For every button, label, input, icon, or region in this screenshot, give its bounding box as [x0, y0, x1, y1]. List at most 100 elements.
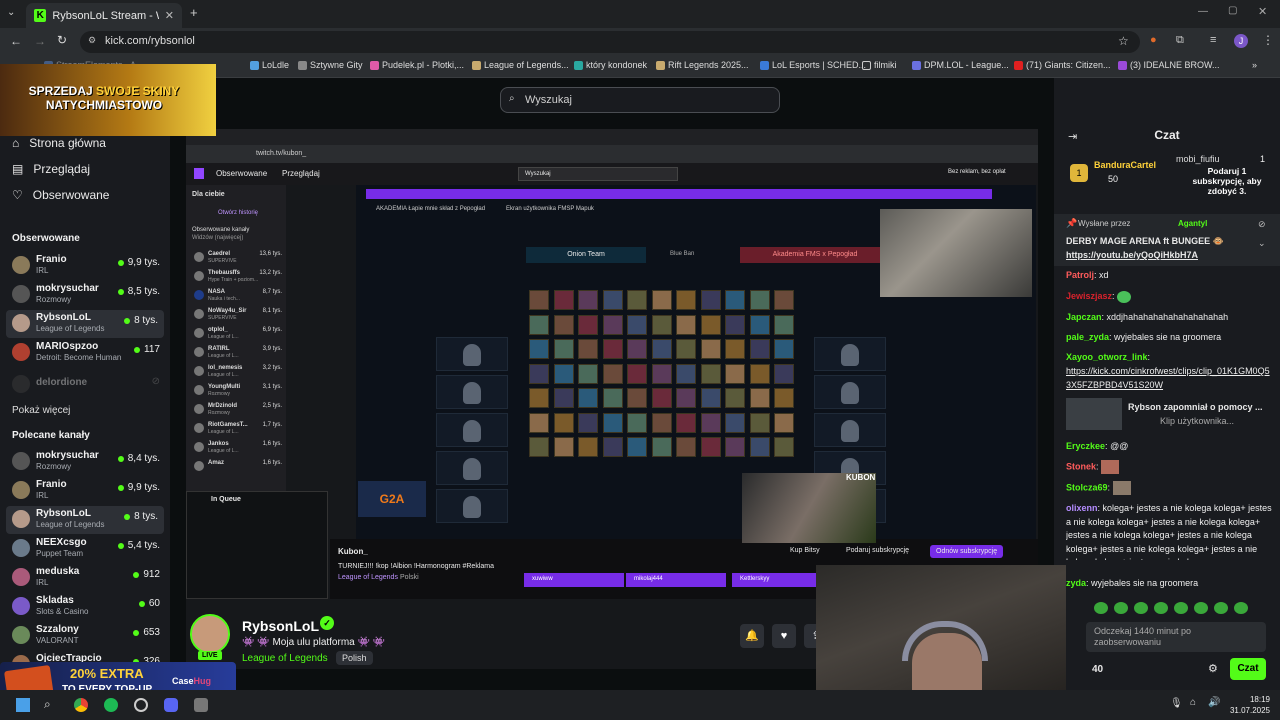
reading-list-icon[interactable]: ≡: [1210, 34, 1216, 46]
champion-portrait: [602, 314, 623, 335]
chat-message: Jewiszjasz:: [1066, 290, 1274, 304]
recommended-channel[interactable]: mokrysuchar Rozmowy 8,4 tys.: [10, 448, 162, 476]
champion-portrait: [602, 339, 623, 359]
stream-twitch-nav: Obserwowane Przeglądaj Wyszukaj Bez rekl…: [186, 163, 1038, 185]
site-info-icon[interactable]: ⚙: [88, 35, 96, 46]
tab-active[interactable]: K RybsonLoL Stream - Watch Live ✕: [26, 3, 182, 28]
recommended-channel-selected[interactable]: RybsonLoL League of Legends 8 tys.: [6, 506, 164, 534]
browser-menu-icon[interactable]: ⋮: [1262, 33, 1274, 47]
followed-channel[interactable]: Franio IRL 9,9 tys.: [10, 252, 162, 280]
followed-channel-offline[interactable]: delordione ⊘: [10, 371, 162, 399]
streamer-avatar[interactable]: [190, 614, 230, 654]
recommended-channel[interactable]: Franio IRL 9,9 tys.: [10, 477, 162, 505]
more-bookmarks-icon[interactable]: »: [1252, 60, 1257, 70]
clip-thumbnail: [1066, 398, 1122, 430]
emote-bar[interactable]: [1094, 602, 1264, 616]
back-icon[interactable]: ←: [10, 34, 22, 48]
nav-following[interactable]: ♡ Obserwowane: [12, 188, 109, 202]
home-icon: ⌂: [12, 136, 20, 150]
tab-close-icon[interactable]: ✕: [165, 9, 174, 22]
followed-channel-selected[interactable]: RybsonLoL League of Legends 8 tys.: [6, 310, 164, 338]
search-taskbar-icon[interactable]: ⌕: [44, 697, 51, 712]
followed-channel[interactable]: mokrysuchar Rozmowy 8,5 tys.: [10, 281, 162, 309]
minimize-button[interactable]: —: [1198, 6, 1208, 17]
champion-portrait: [700, 339, 721, 359]
recommended-channel[interactable]: Szzalony VALORANT 653: [10, 622, 162, 650]
avatar: [12, 568, 30, 586]
champion-portrait: [774, 412, 794, 433]
champion-portrait: [749, 314, 770, 335]
mic-tray-icon[interactable]: 🎙: [1170, 698, 1183, 709]
chat-input[interactable]: Odczekaj 1440 minut po zaobserwowaniu: [1086, 622, 1266, 652]
champion-portrait: [627, 290, 647, 310]
champion-portrait: [529, 388, 549, 408]
champion-portrait: [651, 314, 672, 335]
champion-portrait: [725, 314, 745, 335]
close-window-button[interactable]: ✕: [1258, 5, 1267, 18]
bookmark-folder[interactable]: filmiki: [862, 60, 897, 70]
promo-banner-skins[interactable]: SPRZEDAJ SWOJE SKINY NATYCHMIASTOWO: [0, 64, 216, 136]
profile-avatar[interactable]: J: [1234, 34, 1248, 48]
champion-portrait: [676, 363, 696, 384]
recommended-channel[interactable]: Skladas Slots & Casino 60: [10, 593, 162, 621]
stream-category-link[interactable]: League of Legends: [242, 653, 328, 664]
tab-list-chevron-icon[interactable]: ⌄: [7, 7, 15, 18]
twitch-ads-label: Bez reklam, bez opłat: [948, 169, 1006, 175]
bookmark-item[interactable]: który kondonek: [574, 60, 647, 70]
network-tray-icon[interactable]: ⌂: [1190, 697, 1196, 708]
language-tag[interactable]: Polish: [336, 651, 373, 665]
new-tab-button[interactable]: +: [190, 5, 198, 20]
start-icon[interactable]: [16, 698, 30, 712]
bookmark-item[interactable]: (3) IDEALNE BROW...: [1118, 60, 1220, 70]
url-field[interactable]: kick.com/rybsonlol: [80, 31, 1140, 53]
chrome-taskbar-icon[interactable]: [74, 698, 88, 712]
nav-browse[interactable]: ▤ Przeglądaj: [12, 162, 90, 176]
stream-inqueue-panel: In Queue: [186, 491, 328, 599]
clip-preview[interactable]: Rybson zapomniał o pomocy ... Klip użytk…: [1066, 398, 1274, 430]
extensions-puzzle-icon[interactable]: ⧉: [1176, 34, 1184, 47]
bookmark-item[interactable]: League of Legends...: [472, 60, 569, 70]
sidebar: ⌂ Strona główna ▤ Przeglądaj ♡ Obserwowane …: [0, 78, 170, 690]
bookmark-star-icon[interactable]: ☆: [1118, 34, 1129, 48]
champion-portrait: [529, 363, 549, 384]
emote-icon: [1117, 290, 1132, 303]
chat-link[interactable]: https://kick.com/cinkrofwest/clips/clip_…: [1066, 365, 1274, 392]
bookmark-item[interactable]: DPM.LOL - League...: [912, 60, 1009, 70]
champion-portrait: [725, 437, 745, 457]
notification-bell-button[interactable]: 🔔: [740, 624, 764, 648]
app-taskbar-icon[interactable]: [194, 698, 208, 712]
spotify-taskbar-icon[interactable]: [104, 698, 118, 712]
discord-taskbar-icon[interactable]: [164, 698, 178, 712]
extension-icon[interactable]: ●: [1150, 34, 1157, 46]
champion-portrait: [627, 412, 647, 433]
system-clock[interactable]: 18:19 31.07.2025: [1230, 694, 1270, 716]
unpin-icon[interactable]: ⊘: [1258, 219, 1266, 230]
bookmark-item[interactable]: LoL Esports | SCHED...: [760, 60, 866, 70]
bookmark-item[interactable]: Sztywne Gity: [298, 60, 363, 70]
nav-home[interactable]: ⌂ Strona główna: [12, 136, 106, 150]
champion-portrait: [553, 314, 574, 335]
streamer-name[interactable]: RybsonLoL: [242, 618, 319, 634]
reload-icon[interactable]: ↻: [57, 33, 67, 47]
pinned-link[interactable]: https://youtu.be/yQoQiHkbH7A: [1066, 250, 1198, 260]
chat-message: pale_zyda: wyjebales sie na groomera: [1066, 332, 1222, 342]
bookmark-item[interactable]: (71) Giants: Citizen...: [1014, 60, 1111, 70]
bookmark-item[interactable]: Rift Legends 2025...: [656, 60, 749, 70]
medal-icon: 1: [1070, 164, 1088, 182]
recommended-channel[interactable]: meduska IRL 912: [10, 564, 162, 592]
recommended-channel[interactable]: NEEXcsgo Puppet Team 5,4 tys.: [10, 535, 162, 563]
bookmark-item[interactable]: LoLdle: [250, 60, 289, 70]
followed-channel[interactable]: MARIOspzoo Detroit: Become Human 117: [10, 339, 162, 367]
expand-pinned-icon[interactable]: ⌄: [1258, 238, 1266, 249]
chat-send-button[interactable]: Czat: [1230, 658, 1266, 680]
bookmark-item[interactable]: Pudelek.pl - Plotki,...: [370, 60, 464, 70]
maximize-button[interactable]: ▢: [1228, 5, 1237, 16]
chat-settings-icon[interactable]: ⚙: [1208, 662, 1218, 675]
app-taskbar-icon[interactable]: [134, 698, 148, 712]
forward-icon[interactable]: →: [34, 34, 46, 48]
volume-tray-icon[interactable]: 🔊: [1208, 697, 1220, 708]
follow-heart-button[interactable]: ♥: [772, 624, 796, 648]
show-more-link[interactable]: Pokaż więcej: [12, 405, 70, 416]
search-input[interactable]: ⌕ Wyszukaj: [500, 87, 780, 113]
champion-portrait: [553, 363, 574, 384]
